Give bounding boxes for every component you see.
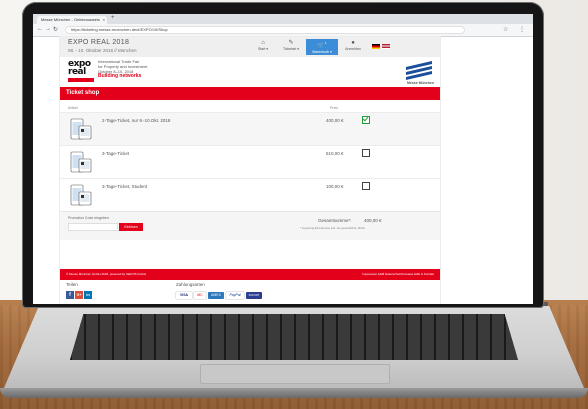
- cart-count-badge: 1: [324, 41, 327, 45]
- ticket-icon: ✎: [288, 40, 294, 46]
- close-icon[interactable]: ×: [103, 16, 105, 24]
- total-value: 400,00 €: [364, 218, 382, 223]
- ticket-phone-icon: [70, 184, 92, 206]
- site-header: EXPO REAL 2018 08. - 10. Oktober 2018 //…: [60, 37, 440, 57]
- nav-start[interactable]: ⌂ Start ▾: [250, 39, 276, 55]
- amex-icon: AMEX: [208, 292, 224, 299]
- user-icon: ●: [351, 40, 355, 46]
- ticket-price: 510,00 €: [326, 151, 344, 156]
- nav-ticketart-label: Ticketart ▾: [282, 47, 300, 51]
- fair-tagline: Building networks: [98, 73, 142, 79]
- nav-start-label: Start ▾: [257, 47, 269, 51]
- ticket-phone-icon: [70, 151, 92, 173]
- ticket-price: 400,00 €: [326, 118, 344, 123]
- url-text: https://ticketing.messe-muenchen.de/#/EX…: [71, 27, 168, 32]
- page-title: Ticket shop: [60, 87, 440, 100]
- laptop-trackpad: [200, 364, 390, 384]
- promo-section: Promotion Code eingeben Einlösen Gesamts…: [60, 211, 440, 240]
- ticket-row: 3-Tage-Ticket, Student 100,00 €: [60, 178, 440, 211]
- nav-ticketart[interactable]: ✎ Ticketart ▾: [278, 39, 304, 55]
- vat-note: * Angezeigt Einzelpreise inkl. der geset…: [300, 226, 366, 230]
- ticket-price: 100,00 €: [326, 184, 344, 189]
- browser-tab-title: Messe München - Onlineausweis: [41, 17, 100, 22]
- google-plus-icon[interactable]: G+: [75, 291, 83, 299]
- ticket-row: 2-Tage-Ticket, nur 9.-10.Okt. 2018 400,0…: [60, 112, 440, 145]
- brand-subtitle: 08. - 10. Oktober 2018 // München: [68, 48, 137, 53]
- web-page: EXPO REAL 2018 08. - 10. Oktober 2018 //…: [60, 37, 440, 304]
- ticket-row: 3-Tage-Ticket 510,00 €: [60, 145, 440, 178]
- star-icon[interactable]: ☆: [503, 26, 508, 33]
- laptop-keyboard: [70, 314, 518, 360]
- total-label: Gesamtsumme*:: [318, 218, 352, 223]
- linkedin-icon[interactable]: in: [84, 291, 92, 299]
- expo-real-logo: expo real: [68, 59, 94, 83]
- table-header: Artikel Preis: [60, 100, 440, 112]
- browser-tab[interactable]: Messe München - Onlineausweis ×: [37, 16, 107, 24]
- fair-description: International Trade Fair for Property an…: [98, 59, 147, 79]
- ticket-name: 3-Tage-Ticket: [102, 151, 130, 156]
- sofort-icon: SOFORT: [246, 292, 262, 299]
- ticket-phone-icon: [70, 118, 92, 140]
- english-flag-icon[interactable]: [382, 44, 390, 49]
- cart-icon: 🛒1: [317, 41, 327, 49]
- nav-warenkorb-label: Warenkorb ▾: [312, 50, 332, 54]
- forward-icon[interactable]: →: [45, 26, 51, 32]
- organizer-name: Messe München: [406, 81, 434, 85]
- share-title: Teilen: [66, 282, 78, 287]
- nav-anmelden-label: Anmelden: [345, 47, 361, 51]
- fair-banner: expo real International Trade Fair for P…: [60, 57, 440, 87]
- logo-text-line-2: real: [68, 67, 86, 77]
- redeem-button[interactable]: Einlösen: [119, 223, 143, 231]
- footer-links[interactable]: Impressum AGB Datenschutzhinweise Hilfe …: [362, 272, 434, 276]
- logo-red-bar: [68, 78, 94, 82]
- column-article: Artikel: [68, 106, 78, 110]
- promo-label: Promotion Code eingeben: [68, 216, 109, 220]
- ticket-select-checkbox[interactable]: [362, 182, 370, 190]
- browser-toolbar: ← → ↻ https://ticketing.messe-muenchen.d…: [33, 24, 533, 37]
- paypal-icon: PayPal: [226, 292, 244, 299]
- home-icon: ⌂: [261, 40, 265, 46]
- ticket-name: 2-Tage-Ticket, nur 9.-10.Okt. 2018: [102, 118, 171, 123]
- laptop-screen: Messe München - Onlineausweis × + ← → ↻ …: [33, 14, 533, 304]
- german-flag-icon[interactable]: [372, 44, 380, 49]
- copyright-text: © Messe München GmbH 2018, powered by GE…: [66, 272, 147, 276]
- column-price: Preis: [330, 106, 338, 110]
- brand-title: EXPO REAL 2018: [68, 39, 130, 46]
- visa-icon: VISA: [176, 292, 192, 299]
- ticket-name: 3-Tage-Ticket, Student: [102, 184, 148, 189]
- laptop-base: [0, 302, 588, 409]
- promo-code-input[interactable]: [68, 223, 118, 231]
- facebook-icon[interactable]: f: [66, 291, 74, 299]
- footer-bar: © Messe München GmbH 2018, powered by GE…: [60, 269, 440, 280]
- payment-title: Zahlungsarten: [176, 282, 205, 287]
- address-bar[interactable]: https://ticketing.messe-muenchen.de/#/EX…: [65, 26, 465, 34]
- footer-lower: Teilen f G+ in Zahlungsarten VISA MC AME…: [60, 280, 440, 304]
- nav-warenkorb[interactable]: 🛒1 Warenkorb ▾: [306, 39, 338, 55]
- menu-icon[interactable]: ⋮: [519, 26, 525, 33]
- reload-icon[interactable]: ↻: [53, 26, 58, 33]
- browser-tab-strip: Messe München - Onlineausweis × +: [33, 14, 533, 24]
- ticket-select-checkbox[interactable]: [362, 149, 370, 157]
- messe-muenchen-logo-icon: [406, 61, 432, 80]
- laptop-front-edge: [0, 388, 588, 398]
- nav-anmelden[interactable]: ● Anmelden: [340, 39, 366, 55]
- mastercard-icon: MC: [194, 292, 206, 299]
- back-icon[interactable]: ←: [37, 26, 43, 32]
- ticket-select-checkbox[interactable]: [362, 116, 370, 124]
- new-tab-icon[interactable]: +: [111, 15, 115, 21]
